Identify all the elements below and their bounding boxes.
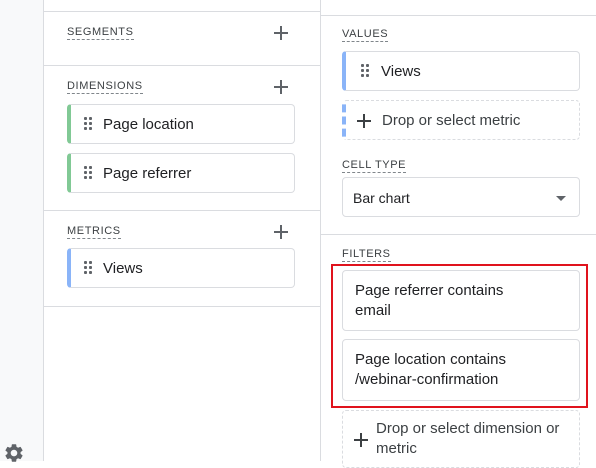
plus-icon <box>356 113 372 129</box>
filters-label: FILTERS <box>342 248 391 262</box>
dimension-label: Page referrer <box>103 165 192 182</box>
drop-line-1: Drop or select dimension or <box>376 420 560 437</box>
left-rail <box>0 0 44 462</box>
dimension-label: Page location <box>103 116 194 133</box>
dimension-chip-page-referrer[interactable]: Page referrer <box>67 153 295 193</box>
value-label: Views <box>381 63 421 80</box>
drag-handle-icon[interactable] <box>84 117 94 131</box>
filter-chip-page-referrer[interactable]: Page referrer contains email <box>342 270 580 331</box>
metrics-label: METRICS <box>67 225 121 239</box>
value-chip-views[interactable]: Views <box>342 51 580 91</box>
add-dimension-plus-icon[interactable] <box>272 78 290 96</box>
drag-handle-icon[interactable] <box>361 64 371 78</box>
cell-type-label: CELL TYPE <box>342 159 407 173</box>
values-label: VALUES <box>342 28 389 42</box>
filter-line-1: Page location contains <box>355 351 506 368</box>
caret-down-icon <box>556 196 566 201</box>
segments-section: SEGMENTS <box>44 11 320 66</box>
add-segment-plus-icon[interactable] <box>272 24 290 42</box>
drop-line-2: metric <box>376 440 417 457</box>
drag-handle-icon[interactable] <box>84 166 94 180</box>
dimensions-label: DIMENSIONS <box>67 80 143 94</box>
drop-dimension-or-metric-target[interactable]: Drop or select dimension or metric <box>342 410 580 468</box>
add-metric-plus-icon[interactable] <box>272 223 290 241</box>
filter-chip-page-location[interactable]: Page location contains /webinar-confirma… <box>342 339 580 401</box>
metric-label: Views <box>103 260 143 277</box>
variables-panel: SEGMENTS DIMENSIONS Page location Page r… <box>44 0 321 461</box>
drop-metric-target[interactable]: Drop or select metric <box>342 100 580 140</box>
metrics-section: METRICS Views <box>44 210 320 307</box>
settings-panel: VALUES Views Drop or select metric CELL … <box>321 0 596 468</box>
cell-type-value: Bar chart <box>353 190 410 206</box>
plus-icon <box>353 432 369 448</box>
drop-metric-label: Drop or select metric <box>382 112 521 129</box>
filter-line-2: /webinar-confirmation <box>355 371 499 388</box>
filter-line-1: Page referrer contains <box>355 282 504 299</box>
cell-type-select[interactable]: Bar chart <box>342 177 580 217</box>
dimension-chip-page-location[interactable]: Page location <box>67 104 295 144</box>
segments-label: SEGMENTS <box>67 26 134 40</box>
dimensions-section: DIMENSIONS Page location Page referrer <box>44 65 320 211</box>
values-section: VALUES Views Drop or select metric <box>321 15 596 146</box>
filter-line-2: email <box>355 302 391 319</box>
metric-chip-views[interactable]: Views <box>67 248 295 288</box>
drag-handle-icon[interactable] <box>84 261 94 275</box>
